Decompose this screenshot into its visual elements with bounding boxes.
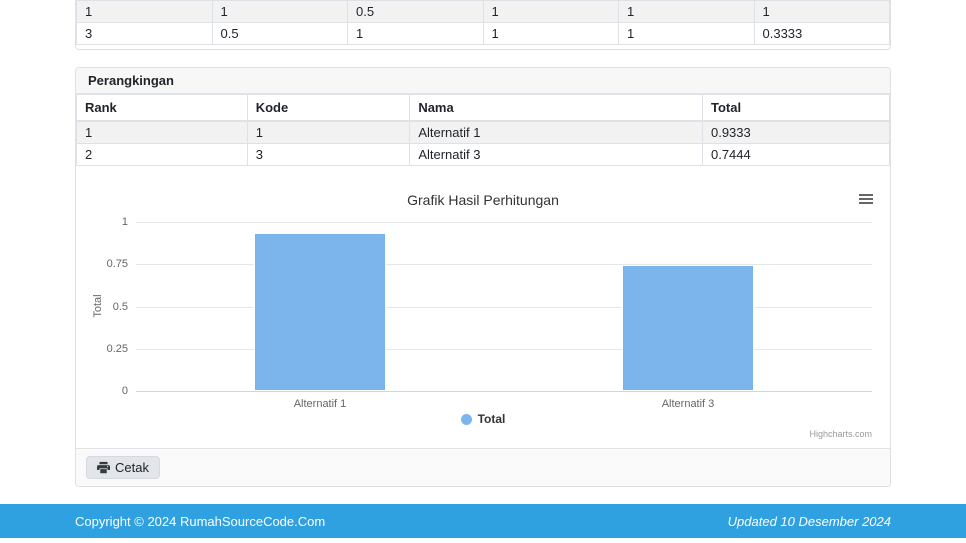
matrix-table: 1 1 0.5 1 1 1 3 0.5 1 1 1 0.3333 [76, 0, 890, 45]
total-cell: 0.7444 [702, 144, 889, 166]
ranking-table: Rank Kode Nama Total 1 1 Alternatif 1 0.… [76, 94, 890, 166]
y-tick-label: 0.75 [86, 258, 128, 270]
matrix-cell: 1 [619, 1, 755, 23]
col-header-kode: Kode [247, 95, 410, 122]
total-cell: 0.9333 [702, 121, 889, 144]
main-container: 1 1 0.5 1 1 1 3 0.5 1 1 1 0.3333 Pera [75, 0, 891, 487]
matrix-cell: 1 [77, 1, 213, 23]
x-axis-line [136, 391, 872, 392]
matrix-cell: 3 [77, 23, 213, 45]
y-tick-label: 0.25 [86, 343, 128, 355]
y-tick-label: 0 [86, 385, 128, 397]
matrix-cell: 1 [483, 1, 619, 23]
bar-chart: Grafik Hasil Perhitungan Total 0 0.25 0.5 0… [77, 176, 889, 448]
table-row: 1 1 Alternatif 1 0.9333 [77, 121, 890, 144]
gridline [136, 264, 872, 265]
matrix-cell: 1 [619, 23, 755, 45]
matrix-cell: 1 [483, 23, 619, 45]
matrix-cell: 0.5 [212, 23, 348, 45]
print-button-label: Cetak [115, 460, 149, 475]
page-footer: Copyright © 2024 RumahSourceCode.Com Upd… [0, 504, 966, 538]
x-category-label: Alternatif 3 [662, 398, 715, 410]
footer-updated: Updated 10 Desember 2024 [728, 514, 891, 529]
gridline [136, 307, 872, 308]
col-header-rank: Rank [77, 95, 248, 122]
col-header-total: Total [702, 95, 889, 122]
rank-cell: 1 [77, 121, 248, 144]
gridline [136, 222, 872, 223]
ranking-card: Perangkingan Rank Kode Nama Total 1 1 Al… [75, 67, 891, 487]
matrix-cell: 1 [754, 1, 890, 23]
chart-title: Grafik Hasil Perhitungan [77, 176, 889, 208]
footer-copyright: Copyright © 2024 RumahSourceCode.Com [75, 514, 325, 529]
legend-item-total[interactable]: Total [77, 412, 889, 426]
col-header-nama: Nama [410, 95, 703, 122]
nama-cell: Alternatif 1 [410, 121, 703, 144]
x-category-label: Alternatif 1 [294, 398, 347, 410]
chart-bar-alternatif-3[interactable] [622, 265, 754, 391]
matrix-cell: 0.3333 [754, 23, 890, 45]
table-row: 3 0.5 1 1 1 0.3333 [77, 23, 890, 45]
rank-cell: 2 [77, 144, 248, 166]
print-button[interactable]: Cetak [86, 456, 160, 479]
y-tick-label: 1 [86, 216, 128, 228]
card-footer: Cetak [76, 448, 890, 486]
table-row: 2 3 Alternatif 3 0.7444 [77, 144, 890, 166]
kode-cell: 3 [247, 144, 410, 166]
kode-cell: 1 [247, 121, 410, 144]
legend-marker-icon [461, 414, 472, 425]
printer-icon [97, 461, 110, 474]
nama-cell: Alternatif 3 [410, 144, 703, 166]
table-row: 1 1 0.5 1 1 1 [77, 1, 890, 23]
hamburger-icon[interactable] [859, 194, 873, 206]
table-header-row: Rank Kode Nama Total [77, 95, 890, 122]
highcharts-credits-link[interactable]: Highcharts.com [809, 429, 872, 439]
y-tick-label: 0.5 [86, 301, 128, 313]
legend-label: Total [478, 412, 506, 426]
gridline [136, 349, 872, 350]
ranking-card-title: Perangkingan [76, 68, 890, 94]
matrix-cell: 1 [348, 23, 484, 45]
matrix-cell: 0.5 [348, 1, 484, 23]
chart-bar-alternatif-1[interactable] [254, 233, 386, 391]
matrix-cell: 1 [212, 1, 348, 23]
matrix-card: 1 1 0.5 1 1 1 3 0.5 1 1 1 0.3333 [75, 0, 891, 50]
